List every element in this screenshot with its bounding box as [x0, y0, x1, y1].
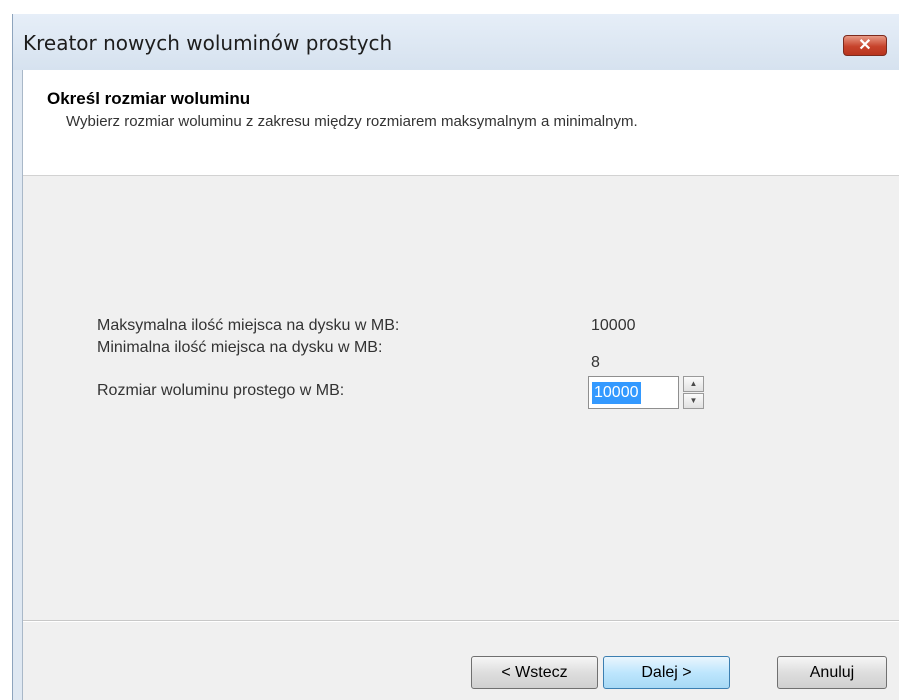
page-title: Określ rozmiar woluminu — [47, 89, 251, 108]
footer-divider — [23, 620, 899, 622]
spin-up-icon: ▲ — [689, 379, 698, 388]
title-bar[interactable]: Kreator nowych woluminów prostych ✕ — [13, 14, 899, 70]
spin-down-button[interactable]: ▼ — [683, 393, 704, 409]
max-size-value: 10000 — [591, 317, 636, 334]
volume-size-input[interactable]: 10000 — [588, 376, 679, 409]
volume-size-value[interactable]: 10000 — [592, 382, 641, 404]
wizard-content: Określ rozmiar woluminu Wybierz rozmiar … — [22, 70, 899, 700]
spin-up-button[interactable]: ▲ — [683, 376, 704, 392]
max-size-label: Maksymalna ilość miejsca na dysku w MB: — [97, 317, 400, 334]
spin-down-icon: ▼ — [689, 396, 698, 405]
cancel-button[interactable]: Anuluj — [777, 656, 887, 689]
min-size-value: 8 — [591, 354, 600, 371]
volume-size-label: Rozmiar woluminu prostego w MB: — [97, 382, 345, 399]
next-button[interactable]: Dalej > — [603, 656, 730, 689]
page-description: Wybierz rozmiar woluminu z zakresu międz… — [66, 113, 638, 130]
close-icon: ✕ — [858, 37, 872, 54]
back-button[interactable]: < Wstecz — [471, 656, 598, 689]
window-title: Kreator nowych woluminów prostych — [23, 31, 393, 55]
wizard-window: Kreator nowych woluminów prostych ✕ Okre… — [12, 14, 899, 700]
close-button[interactable]: ✕ — [843, 35, 887, 56]
wizard-header: Określ rozmiar woluminu Wybierz rozmiar … — [23, 70, 899, 176]
min-size-label: Minimalna ilość miejsca na dysku w MB: — [97, 339, 383, 356]
